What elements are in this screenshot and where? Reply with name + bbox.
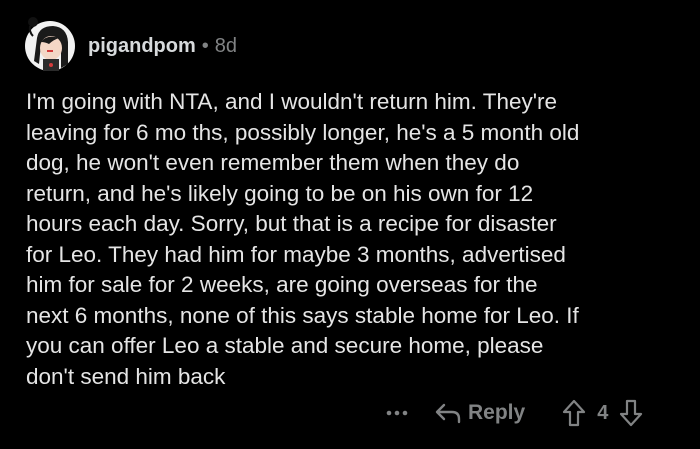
reply-label: Reply [468,401,526,424]
more-options-icon[interactable] [380,396,414,430]
vote-controls: 4 [561,398,644,428]
reply-arrow-icon [435,403,461,424]
comment-body: I'm going with NTA, and I wouldn't retur… [26,89,580,389]
comment-meta: pigandpom • 8d [88,33,237,59]
vote-count: 4 [597,401,609,424]
username-link[interactable]: pigandpom [88,35,196,58]
comment-age: 8d [214,34,238,57]
comment: pigandpom • 8d I'm going with NTA, and I… [0,0,700,449]
user-avatar[interactable] [23,16,77,72]
meta-separator: • [201,34,209,57]
upvote-arrow-icon[interactable] [561,398,587,428]
reply-button[interactable]: Reply [434,401,525,425]
comment-actions: Reply 4 [380,396,644,430]
downvote-arrow-icon[interactable] [618,398,644,428]
